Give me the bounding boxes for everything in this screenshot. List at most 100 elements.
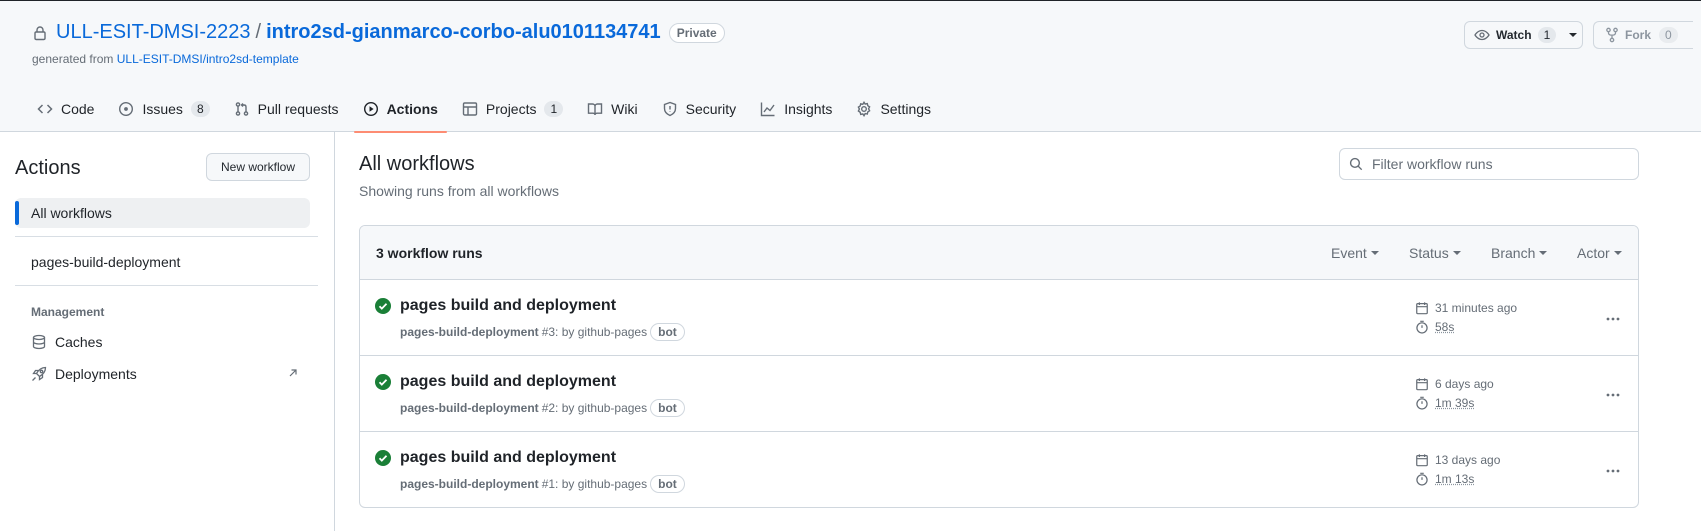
check-circle-icon xyxy=(375,298,391,314)
workflow-runs-list: 3 workflow runs Event Status Branch Acto… xyxy=(359,225,1639,508)
actions-sidebar: Actions New workflow All workflows pages… xyxy=(0,132,335,531)
rocket-icon xyxy=(31,366,55,382)
runs-list-header: 3 workflow runs Event Status Branch Acto… xyxy=(360,226,1638,280)
bot-badge: bot xyxy=(650,399,685,417)
run-number: #3 xyxy=(541,325,556,339)
repo-owner-link[interactable]: ULL-ESIT-DMSI-2223 xyxy=(56,21,251,44)
sidebar-divider xyxy=(15,236,318,237)
tab-wiki-label: Wiki xyxy=(611,101,638,117)
kebab-menu-icon[interactable] xyxy=(1601,383,1625,407)
run-time-label: 31 minutes ago xyxy=(1435,301,1518,315)
tab-code[interactable]: Code xyxy=(28,91,103,127)
run-duration: 1m 39s xyxy=(1415,396,1474,410)
status-filter-label: Status xyxy=(1409,245,1449,261)
tab-security[interactable]: Security xyxy=(653,91,746,127)
watch-button[interactable]: Watch 1 xyxy=(1464,21,1583,49)
fork-button[interactable]: Fork 0 xyxy=(1593,21,1693,49)
run-actor: : by github-pages xyxy=(555,477,648,491)
page-title: All workflows xyxy=(359,153,475,175)
code-icon xyxy=(37,101,61,117)
eye-icon xyxy=(1474,27,1490,43)
tab-actions-label: Actions xyxy=(386,101,438,117)
fork-icon xyxy=(1605,27,1619,43)
filter-input[interactable] xyxy=(1372,156,1622,172)
event-filter[interactable]: Event xyxy=(1331,245,1379,261)
repo-nav: Code Issues 8 Pull requests Actions Proj… xyxy=(28,91,946,133)
tab-settings[interactable]: Settings xyxy=(847,91,940,127)
check-circle-icon xyxy=(375,374,391,390)
new-workflow-button[interactable]: New workflow xyxy=(206,153,310,181)
stopwatch-icon xyxy=(1415,472,1435,486)
play-icon xyxy=(363,101,387,117)
repo-title: ULL-ESIT-DMSI-2223 / intro2sd-gianmarco-… xyxy=(32,21,725,44)
caret-down-icon xyxy=(1539,251,1548,255)
run-workflow-name: pages-build-deployment xyxy=(400,325,539,339)
event-filter-label: Event xyxy=(1331,245,1367,261)
repo-name-link[interactable]: intro2sd-gianmarco-corbo-alu0101134741 xyxy=(266,21,661,44)
management-heading: Management xyxy=(31,305,105,319)
caret-down-icon xyxy=(1452,251,1461,255)
tab-wiki[interactable]: Wiki xyxy=(578,91,646,127)
run-title-link[interactable]: pages build and deployment xyxy=(400,449,616,467)
tab-projects-label: Projects xyxy=(485,101,537,117)
database-icon xyxy=(31,334,55,350)
gear-icon xyxy=(856,101,880,117)
sidebar-item-deployments[interactable]: Deployments xyxy=(31,366,137,382)
calendar-icon xyxy=(1415,377,1435,391)
run-actor: : by github-pages xyxy=(555,325,648,339)
bot-badge: bot xyxy=(650,323,685,341)
run-title-link[interactable]: pages build and deployment xyxy=(400,373,616,391)
tab-pull-requests[interactable]: Pull requests xyxy=(225,91,348,127)
branch-filter[interactable]: Branch xyxy=(1491,245,1548,261)
filter-workflow-runs[interactable] xyxy=(1339,148,1639,180)
tab-issues-label: Issues xyxy=(142,101,183,117)
run-actor: : by github-pages xyxy=(555,401,648,415)
run-time: 6 days ago xyxy=(1415,377,1494,391)
workflow-run-row[interactable]: pages build and deployment pages-build-d… xyxy=(360,280,1638,356)
status-filter[interactable]: Status xyxy=(1409,245,1461,261)
workflow-run-row[interactable]: pages build and deployment pages-build-d… xyxy=(360,432,1638,507)
actor-filter[interactable]: Actor xyxy=(1577,245,1622,261)
fork-label: Fork xyxy=(1625,28,1652,42)
stopwatch-icon xyxy=(1415,320,1435,334)
sidebar-title: Actions xyxy=(15,157,81,179)
tab-settings-label: Settings xyxy=(880,101,932,117)
actor-filter-label: Actor xyxy=(1577,245,1610,261)
template-link[interactable]: ULL-ESIT-DMSI/intro2sd-template xyxy=(117,52,299,66)
run-duration: 58s xyxy=(1415,320,1454,334)
run-time: 13 days ago xyxy=(1415,453,1500,467)
tab-insights-label: Insights xyxy=(784,101,833,117)
branch-filter-label: Branch xyxy=(1491,245,1536,261)
tab-insights[interactable]: Insights xyxy=(751,91,841,127)
tab-actions[interactable]: Actions xyxy=(353,91,448,133)
kebab-menu-icon[interactable] xyxy=(1601,459,1625,483)
sidebar-item-pages-build-deployment[interactable]: pages-build-deployment xyxy=(31,254,180,270)
issue-icon xyxy=(118,101,142,117)
repo-separator: / xyxy=(255,21,262,43)
run-meta: pages-build-deployment #2 : by github-pa… xyxy=(400,399,685,417)
run-title-link[interactable]: pages build and deployment xyxy=(400,297,616,315)
workflow-run-row[interactable]: pages build and deployment pages-build-d… xyxy=(360,356,1638,432)
stopwatch-icon xyxy=(1415,396,1435,410)
caret-down-icon xyxy=(1613,251,1622,255)
table-icon xyxy=(462,101,486,117)
arrow-up-right-icon xyxy=(287,367,299,379)
calendar-icon xyxy=(1415,453,1435,467)
run-number: #2 xyxy=(541,401,556,415)
watch-label: Watch xyxy=(1496,28,1532,42)
caret-down-icon xyxy=(1370,251,1379,255)
tab-issues[interactable]: Issues 8 xyxy=(109,91,218,127)
projects-counter: 1 xyxy=(544,101,564,117)
tab-projects[interactable]: Projects 1 xyxy=(453,91,572,127)
sidebar-item-caches[interactable]: Caches xyxy=(31,334,102,350)
calendar-icon xyxy=(1415,301,1435,315)
tab-security-label: Security xyxy=(685,101,737,117)
shield-icon xyxy=(662,101,686,117)
visibility-badge: Private xyxy=(668,22,725,43)
lock-icon xyxy=(32,25,48,41)
repo-header: ULL-ESIT-DMSI-2223 / intro2sd-gianmarco-… xyxy=(0,0,1701,133)
issues-counter: 8 xyxy=(190,101,210,117)
chevron-down-icon[interactable] xyxy=(1568,30,1578,40)
kebab-menu-icon[interactable] xyxy=(1601,307,1625,331)
sidebar-item-all-workflows[interactable]: All workflows xyxy=(15,198,310,228)
